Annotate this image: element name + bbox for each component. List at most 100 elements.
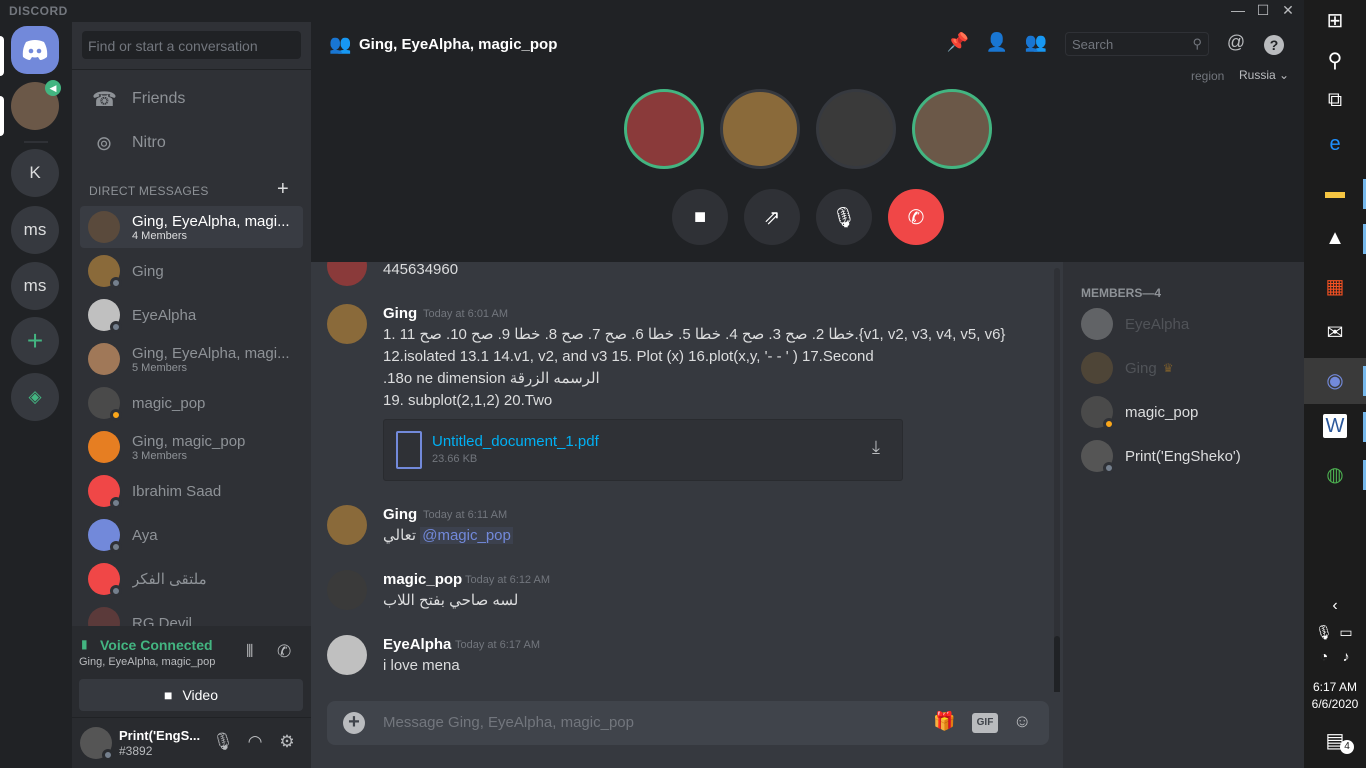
hang-up-icon: ✆ [907, 206, 925, 229]
settings-gear-icon[interactable]: ⚙ [275, 732, 299, 752]
download-icon[interactable]: ⤓ [872, 437, 880, 458]
pinned-messages-icon[interactable]: 📌 [945, 32, 971, 58]
close-button[interactable]: ✕ [1276, 0, 1300, 22]
voice-channel[interactable]: Ging, EyeAlpha, magic_pop [79, 656, 215, 668]
emoji-icon[interactable]: ☺ [1013, 711, 1031, 732]
message-avatar[interactable] [327, 304, 367, 344]
minimize-button[interactable]: — [1226, 0, 1250, 22]
friends-icon: ☎ [92, 88, 117, 111]
user-avatar[interactable] [80, 727, 114, 761]
store-icon[interactable]: ▦ [1323, 274, 1347, 298]
dm-item[interactable]: Ging [80, 250, 303, 292]
participant-avatar[interactable] [816, 89, 896, 169]
dm-list: Ging, EyeAlpha, magi... 4 Members Ging Ey… [72, 206, 311, 628]
dm-item[interactable]: Aya [80, 514, 303, 556]
edge-browser-icon[interactable]: e [1323, 132, 1347, 156]
dm-item[interactable]: Ibrahim Saad [80, 470, 303, 512]
message-author[interactable]: Ging [383, 305, 417, 322]
maximize-button[interactable]: ☐ [1251, 0, 1275, 22]
upload-button[interactable]: + [343, 712, 365, 734]
video-button[interactable]: ■ Video [79, 679, 303, 711]
chat-scrollbar[interactable] [1054, 268, 1060, 692]
gift-icon[interactable]: 🎁 [933, 711, 955, 732]
task-view-icon[interactable]: ⧉ [1323, 88, 1347, 112]
message-avatar[interactable] [327, 570, 367, 610]
chrome-icon[interactable]: ◍ [1323, 462, 1347, 486]
screen-share-button[interactable]: ⇗ [744, 189, 800, 245]
word-icon[interactable]: W [1323, 414, 1347, 438]
discord-taskbar-icon[interactable]: ◉ [1323, 368, 1347, 392]
participant-avatar[interactable] [720, 89, 800, 169]
message-input[interactable]: Message Ging, EyeAlpha, magic_pop [383, 714, 634, 731]
dm-item[interactable]: EyeAlpha [80, 294, 303, 336]
gif-button[interactable]: GIF [972, 713, 998, 733]
message-avatar[interactable] [327, 262, 367, 286]
noise-suppression-icon[interactable]: ⦀ [246, 642, 253, 662]
dm-item[interactable]: ملتقى الفكر [80, 558, 303, 600]
participant-avatar[interactable] [624, 89, 704, 169]
member-name: Print('EngSheko') [1125, 447, 1241, 465]
clock-time[interactable]: 6:17 AM [1304, 680, 1366, 694]
member-list-icon[interactable]: 👥 [1023, 32, 1049, 58]
guild-ms-2[interactable]: ms [11, 262, 59, 310]
message-author[interactable]: Ging [383, 506, 417, 523]
region-select[interactable]: Russia ⌄ [1239, 68, 1289, 82]
dm-item[interactable]: Ging, magic_pop 3 Members [80, 426, 303, 468]
home-button[interactable] [11, 26, 59, 74]
mentions-icon[interactable]: @ [1223, 32, 1249, 58]
microphone-tray-icon[interactable]: 🎙 [1312, 620, 1336, 644]
message-avatar[interactable] [327, 505, 367, 545]
search-icon: ⚲ [1192, 36, 1202, 51]
mail-icon[interactable]: ✉ [1323, 320, 1347, 344]
message-author[interactable]: magic_pop [383, 571, 462, 588]
add-server-button[interactable]: + [11, 317, 59, 365]
member-item[interactable]: EyeAlpha [1081, 306, 1189, 342]
dm-item[interactable]: Ging, EyeAlpha, magi... 5 Members [80, 338, 303, 380]
camera-icon: ■ [163, 687, 173, 703]
member-item[interactable]: Ging ♛ [1081, 350, 1173, 386]
dm-item[interactable]: magic_pop [80, 382, 303, 424]
dm-item[interactable]: RG Devil [80, 602, 303, 628]
battery-icon[interactable]: ▭ [1334, 620, 1358, 644]
signal-icon: ▮ [81, 637, 88, 651]
message-line: .18o ne dimension الرسمه الزرقة [383, 370, 600, 387]
user-mention[interactable]: @magic_pop [420, 527, 513, 544]
region-label: region [1191, 69, 1225, 83]
nav-nitro[interactable]: ⊚ Nitro [80, 122, 303, 164]
sidebar-header: Find or start a conversation [72, 22, 311, 70]
guild-k[interactable]: K [11, 149, 59, 197]
guild-ms-1[interactable]: ms [11, 206, 59, 254]
leave-call-button[interactable]: ✆ [888, 189, 944, 245]
nav-friends[interactable]: ☎ Friends [80, 78, 303, 120]
chevron-left-icon[interactable]: ‹ [1323, 594, 1347, 618]
member-item[interactable]: Print('EngSheko') [1081, 438, 1241, 474]
disconnect-icon[interactable]: ✆ [277, 642, 291, 662]
search-icon[interactable]: ⚲ [1323, 48, 1347, 72]
microphone-icon[interactable]: 🎙 [211, 732, 235, 752]
scrollbar-thumb[interactable] [1054, 636, 1060, 692]
message-author[interactable]: EyeAlpha [383, 636, 451, 653]
file-explorer-icon[interactable]: ▬ [1323, 180, 1347, 204]
wifi-icon[interactable]: ◔ [1312, 644, 1336, 668]
mute-button[interactable]: 🎙 [816, 189, 872, 245]
conversation-search-input[interactable]: Find or start a conversation [82, 31, 301, 59]
toggle-camera-button[interactable]: ■ [672, 189, 728, 245]
status-offline-icon [1103, 462, 1115, 474]
member-item[interactable]: magic_pop [1081, 394, 1198, 430]
help-icon[interactable]: ? [1264, 35, 1284, 55]
explore-servers-button[interactable]: ◈ [11, 373, 59, 421]
headphones-icon[interactable]: ◠ [243, 732, 267, 752]
add-friend-icon[interactable]: 👤 [984, 32, 1010, 58]
status-idle-icon [1103, 418, 1115, 430]
clock-date[interactable]: 6/6/2020 [1304, 697, 1366, 711]
dm-item[interactable]: Ging, EyeAlpha, magi... 4 Members [80, 206, 303, 248]
windows-start-icon[interactable]: ⊞ [1323, 8, 1347, 32]
participant-avatar[interactable] [912, 89, 992, 169]
volume-icon[interactable]: ♪ [1334, 644, 1358, 668]
photos-icon[interactable]: ▲ [1323, 226, 1347, 250]
message-search-input[interactable]: Search ⚲ [1065, 32, 1209, 56]
create-dm-button[interactable]: + [277, 178, 289, 201]
attachment-link[interactable]: Untitled_document_1.pdf [432, 433, 599, 450]
message-avatar[interactable] [327, 635, 367, 675]
guild-voice-avatar[interactable]: ◀ [11, 80, 61, 130]
